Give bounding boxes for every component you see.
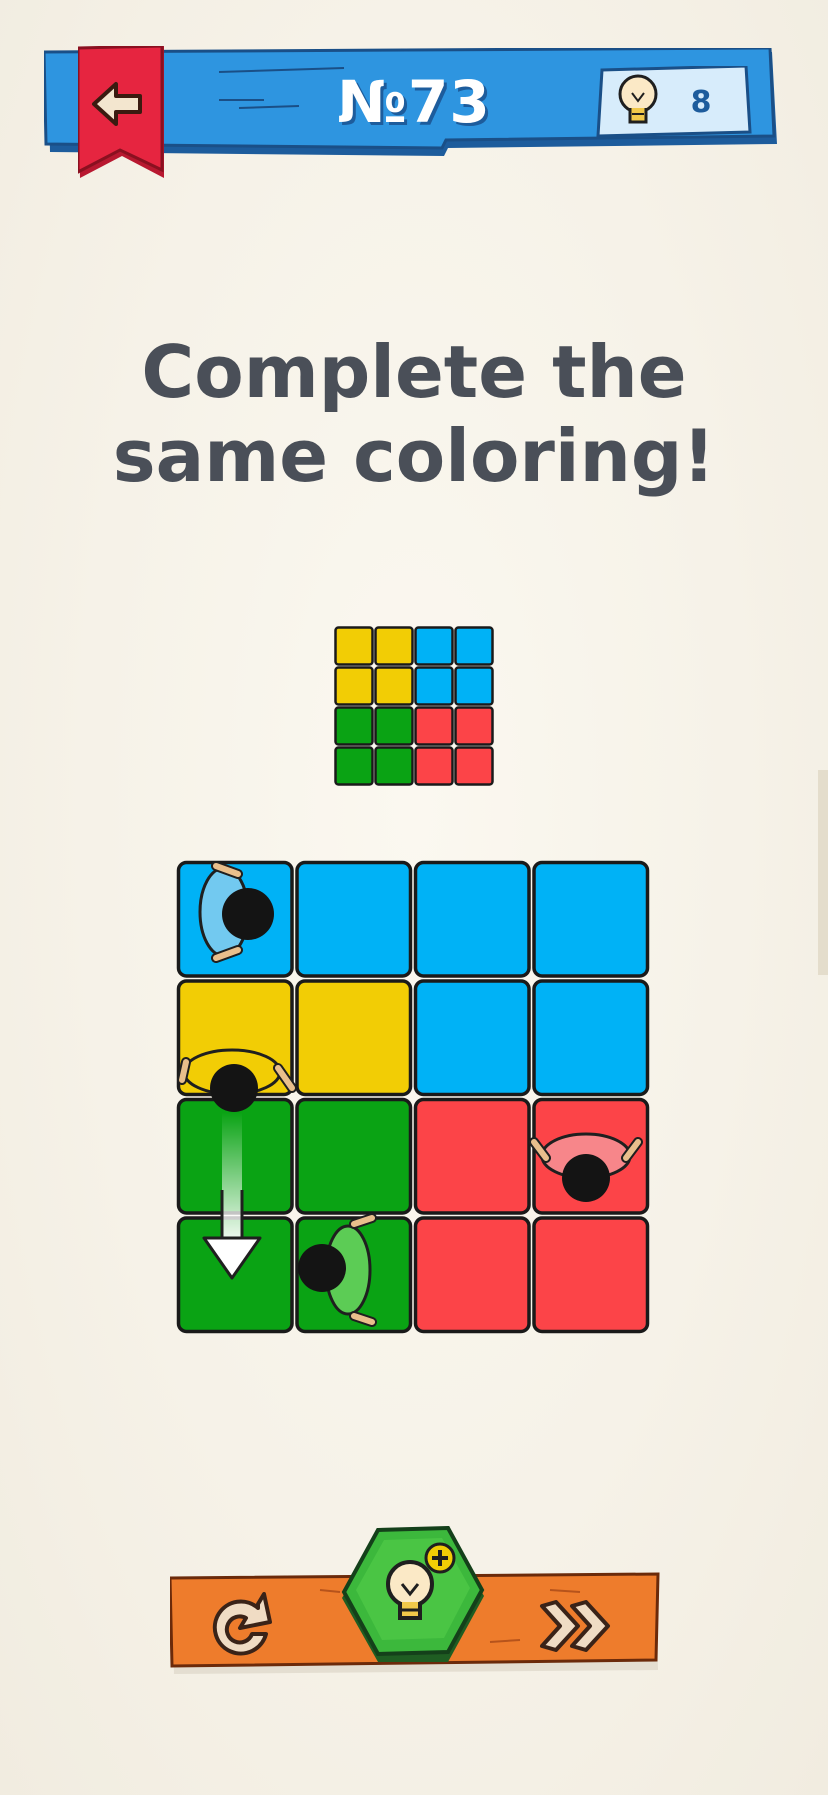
hint-counter <box>596 64 752 138</box>
game-board <box>176 860 650 1334</box>
board-tile-0-2[interactable] <box>413 860 531 978</box>
scroll-edge <box>818 770 828 975</box>
instruction-line-2: same coloring! <box>112 414 716 498</box>
fast-forward-icon <box>540 1600 610 1652</box>
board-tile-0-3[interactable] <box>532 860 650 978</box>
board-tile-1-3[interactable] <box>532 979 650 1097</box>
target-tile-3-2 <box>414 746 454 786</box>
board-tile-2-2[interactable] <box>413 1097 531 1215</box>
hint-button[interactable] <box>340 1525 486 1666</box>
target-tile-2-2 <box>414 706 454 746</box>
back-button[interactable] <box>76 44 164 180</box>
board-tile-0-1[interactable] <box>295 860 413 978</box>
board-tile-1-2[interactable] <box>413 979 531 1097</box>
target-tile-3-0 <box>334 746 374 786</box>
target-tile-0-0 <box>334 626 374 666</box>
target-tile-2-0 <box>334 706 374 746</box>
restart-button[interactable] <box>200 1588 292 1668</box>
board-tile-3-3[interactable] <box>532 1216 650 1334</box>
restart-icon <box>212 1592 272 1656</box>
level-label: №73 <box>337 68 491 136</box>
target-tile-0-2 <box>414 626 454 666</box>
target-tile-1-3 <box>454 666 494 706</box>
target-tile-1-0 <box>334 666 374 706</box>
target-pattern <box>334 626 494 786</box>
skip-button[interactable] <box>534 1588 630 1668</box>
target-tile-1-2 <box>414 666 454 706</box>
hint-count: 8 <box>690 84 712 120</box>
target-tile-1-1 <box>374 666 414 706</box>
board-tile-3-2[interactable] <box>413 1216 531 1334</box>
instruction-title: Complete the same coloring! <box>40 330 788 498</box>
instruction-line-1: Complete the <box>141 330 687 414</box>
target-tile-0-1 <box>374 626 414 666</box>
target-tile-3-1 <box>374 746 414 786</box>
board-tile-1-1[interactable] <box>295 979 413 1097</box>
target-tile-2-3 <box>454 706 494 746</box>
board-tile-2-1[interactable] <box>295 1097 413 1215</box>
target-tile-3-3 <box>454 746 494 786</box>
target-tile-2-1 <box>374 706 414 746</box>
target-tile-0-3 <box>454 626 494 666</box>
